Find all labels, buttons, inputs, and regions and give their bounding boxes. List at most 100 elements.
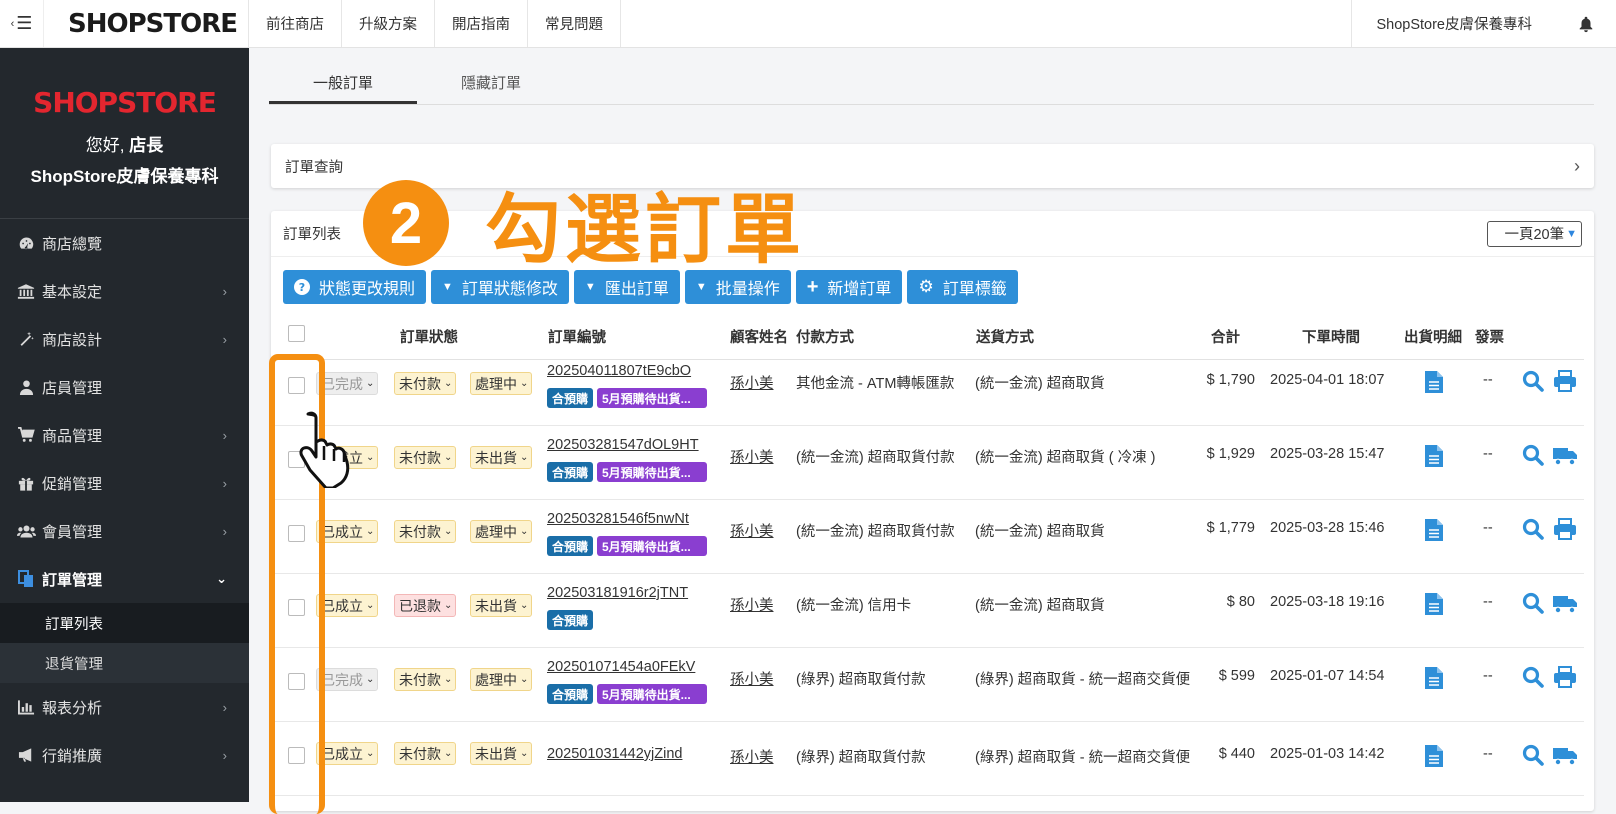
payment-status-value: 未付款 (399, 745, 441, 762)
sidebar-item-overview[interactable]: 商店總覽 (0, 219, 249, 267)
sidebar-item-orders[interactable]: 訂單管理 ⌄ (0, 555, 249, 603)
topbar-link-go-store[interactable]: 前往商店 (249, 0, 342, 47)
search-icon[interactable] (1522, 666, 1544, 688)
topbar-logo[interactable]: SHOPSTORE (44, 0, 249, 47)
payment-status-select[interactable]: 未付款 ⌄ (394, 520, 457, 543)
search-icon[interactable] (1522, 370, 1544, 392)
customer-name-link[interactable]: 孫小美 (730, 594, 774, 615)
print-icon[interactable] (1553, 370, 1577, 392)
tab-general-orders[interactable]: 一般訂單 (269, 62, 417, 104)
order-number-link[interactable]: 202503281547dOL9HT (547, 437, 699, 453)
order-number-link[interactable]: 202503181916r2jTNT (547, 585, 688, 601)
sidebar-item-store-design[interactable]: 商店設計 › (0, 315, 249, 363)
shipping-status-select[interactable]: 處理中 ⌄ (470, 520, 533, 543)
customer-name-link[interactable]: 孫小美 (730, 746, 774, 767)
order-tags-button[interactable]: ⚙ 訂單標籤 (907, 270, 1018, 304)
document-icon[interactable] (1424, 744, 1444, 768)
shipping-status-select[interactable]: 未出貨 ⌄ (470, 446, 533, 469)
sidebar-item-reports[interactable]: 報表分析 › (0, 683, 249, 731)
table-row[interactable]: 已成立 ⌄ 未付款 ⌄ 未出貨 ⌄ 202501031442yjZind 孫小美 (綠界) 超商… (271, 720, 1584, 796)
shipping-status-value: 未出貨 (475, 745, 517, 762)
notification-button[interactable] (1556, 0, 1616, 47)
search-icon[interactable] (1522, 592, 1544, 614)
order-status-select[interactable]: 已成立⌄ (316, 594, 379, 617)
order-number-link[interactable]: 202504011807tE9cbO (547, 363, 691, 379)
sidebar-item-products[interactable]: 商品管理 › (0, 411, 249, 459)
button-label: 匯出訂單 (604, 281, 669, 298)
order-status-value: 已完成 (321, 671, 363, 688)
sidebar-subitem-order-list[interactable]: 訂單列表 (0, 603, 249, 643)
customer-name-link[interactable]: 孫小美 (730, 446, 774, 467)
table-row[interactable]: 已成立 ⌄ 未付款 ⌄ 處理中 ⌄ 202503281546f5nwNt 合預購 5月預購待出貨… (271, 498, 1584, 574)
tab-hidden-orders[interactable]: 隱藏訂單 (417, 62, 565, 104)
payment-status-select[interactable]: 已退款 ⌄ (394, 594, 457, 617)
search-icon[interactable] (1522, 518, 1544, 540)
sidebar-subitem-returns[interactable]: 退貨管理 (0, 643, 249, 683)
sidebar-toggle-button[interactable]: ‹ ☰ (0, 0, 44, 47)
select-all-checkbox[interactable] (288, 325, 305, 342)
topbar-link-faq[interactable]: 常見問題 (528, 0, 621, 47)
topbar-link-guide[interactable]: 開店指南 (435, 0, 528, 47)
table-row[interactable]: 已成立⌄未付款⌄未出貨⌄202503281547dOL9HT合預購5月預購待出貨… (271, 424, 1584, 500)
shipping-status-value: 未出貨 (475, 597, 517, 614)
order-status-select[interactable]: 已完成 ⌄ (316, 372, 379, 395)
chevron-down-icon: ⌄ (520, 378, 529, 389)
truck-icon[interactable] (1552, 746, 1578, 766)
topbar-link-upgrade[interactable]: 升級方案 (342, 0, 435, 47)
order-status-select[interactable]: 已成立⌄ (316, 742, 379, 765)
search-icon[interactable] (1522, 744, 1544, 766)
order-number-link[interactable]: 202501031442yjZind (547, 746, 682, 762)
shipping-status-select[interactable]: 未出貨 ⌄ (470, 742, 533, 765)
payment-status-value: 未付款 (399, 523, 441, 540)
print-icon[interactable] (1553, 666, 1577, 688)
topbar-store-name[interactable]: ShopStore皮膚保養專科 (1351, 0, 1556, 47)
shipping-status-select[interactable]: 未出貨 ⌄ (470, 594, 533, 617)
sidebar-logo[interactable]: SHOPSTORE (33, 86, 217, 119)
bar-chart-icon (16, 699, 36, 715)
per-page-select[interactable]: 一頁20筆 ▼ (1487, 220, 1582, 247)
button-label: 新增訂單 (827, 281, 892, 298)
sidebar-item-staff[interactable]: 店員管理 (0, 363, 249, 411)
chevron-down-icon: ⌄ (444, 600, 453, 611)
customer-name-link[interactable]: 孫小美 (730, 668, 774, 689)
chevron-right-icon: › (222, 331, 227, 347)
header-order-no: 訂單編號 (548, 330, 606, 346)
order-status-select[interactable]: 已完成 ⌄ (316, 668, 379, 691)
order-status-select[interactable]: 已成立⌄ (316, 520, 379, 543)
document-icon[interactable] (1424, 592, 1444, 616)
document-icon[interactable] (1424, 518, 1444, 542)
document-icon[interactable] (1424, 666, 1444, 690)
top-bar: ‹ ☰ SHOPSTORE 前往商店 升級方案 開店指南 常見問題 ShopSto… (0, 0, 1616, 48)
order-number-link[interactable]: 202503281546f5nwNt (547, 511, 689, 527)
truck-icon[interactable] (1552, 446, 1578, 466)
sidebar-item-promotions[interactable]: 促銷管理 › (0, 459, 249, 507)
print-icon[interactable] (1553, 518, 1577, 540)
search-icon[interactable] (1522, 444, 1544, 466)
payment-status-select[interactable]: 未付款 ⌄ (394, 668, 457, 691)
shipping-status-select[interactable]: 處理中 ⌄ (470, 668, 533, 691)
order-number-link[interactable]: 202501071454a0FEkV (547, 659, 695, 675)
payment-status-select[interactable]: 未付款 ⌄ (394, 446, 457, 469)
chevron-down-icon: ⌄ (520, 748, 529, 759)
customer-name-link[interactable]: 孫小美 (730, 520, 774, 541)
sidebar-item-marketing[interactable]: 行銷推廣 › (0, 731, 249, 779)
add-order-button[interactable]: + 新增訂單 (795, 270, 903, 304)
document-icon[interactable] (1424, 370, 1444, 394)
sidebar-item-basic-settings[interactable]: 基本設定 › (0, 267, 249, 315)
sidebar-item-label: 基本設定 (42, 283, 103, 301)
shipping-method: (統一金流) 超商取貨 ( 冷凍 ) (975, 450, 1156, 466)
bullhorn-icon (16, 747, 36, 763)
payment-status-select[interactable]: 未付款 ⌄ (394, 372, 457, 395)
sidebar-item-members[interactable]: 會員管理 › (0, 507, 249, 555)
table-row[interactable]: 已完成 ⌄ 未付款 ⌄ 處理中 ⌄ 202504011807tE9cbO 合預購 5月預購待出貨… (271, 350, 1584, 426)
truck-icon[interactable] (1552, 594, 1578, 614)
table-row[interactable]: 已成立 ⌄ 已退款 ⌄ 未出貨 ⌄ 202503181916r2jTNT 合預購 孫小美 (統一金… (271, 572, 1584, 648)
order-status-value: 已成立 (321, 597, 363, 614)
shipping-status-select[interactable]: 處理中 ⌄ (470, 372, 533, 395)
document-icon[interactable] (1424, 444, 1444, 468)
payment-status-select[interactable]: 未付款 ⌄ (394, 742, 457, 765)
table-row[interactable]: 已完成 ⌄ 未付款 ⌄ 處理中 ⌄ 202501071454a0FEkV 合預購 5月預購待出貨… (271, 646, 1584, 722)
customer-name-link[interactable]: 孫小美 (730, 372, 774, 393)
greeting-prefix: 您好, (85, 136, 125, 155)
order-total: $ 1,779 (1206, 520, 1255, 536)
